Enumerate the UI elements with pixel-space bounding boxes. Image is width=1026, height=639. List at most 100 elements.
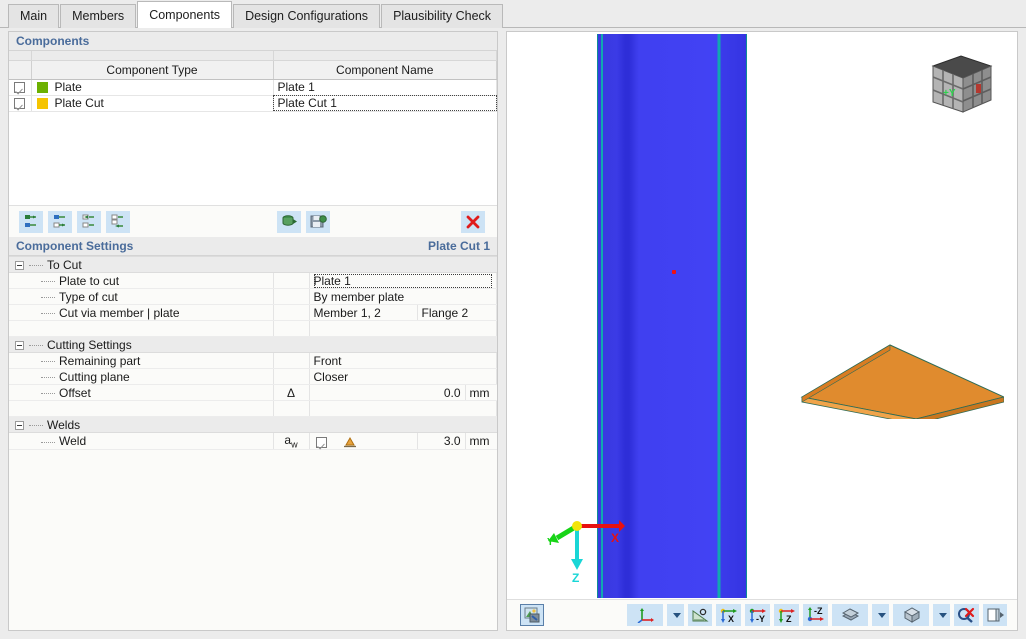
tab-members[interactable]: Members: [60, 4, 137, 28]
measure-button[interactable]: [688, 604, 712, 626]
label-cut-via-member-plate: Cut via member | plate: [59, 305, 180, 320]
header-checkbox-column: [9, 60, 32, 80]
settings-row-symbol: [273, 304, 310, 321]
header-component-type[interactable]: Component Type: [31, 60, 274, 80]
blank-label: [9, 320, 274, 337]
row-checkbox-cell[interactable]: [9, 79, 32, 96]
settings-row-plate-to-cut[interactable]: Plate to cut Plate 1: [9, 272, 497, 289]
row-checkbox-plate-cut[interactable]: [14, 98, 26, 110]
move-component-down-button[interactable]: [106, 210, 130, 233]
settings-row-symbol: [273, 288, 310, 305]
value-cutting-plane[interactable]: Closer: [309, 368, 497, 385]
component-settings-selected: Plate Cut 1: [427, 239, 490, 253]
save-component-button[interactable]: [306, 210, 330, 233]
settings-section-header[interactable]: Cutting Settings: [9, 336, 497, 353]
row-name-cell-plate-cut[interactable]: Plate Cut 1: [273, 95, 497, 112]
coordinate-system-button[interactable]: [627, 604, 663, 626]
settings-section-label: To Cut: [47, 257, 82, 272]
settings-row-weld[interactable]: Weld aw 3.0 mm: [9, 432, 497, 451]
view-box-dropdown[interactable]: [933, 604, 950, 626]
settings-section-cutting-settings[interactable]: Cutting Settings: [9, 336, 497, 353]
render-mode-button[interactable]: [520, 604, 544, 626]
weld-enable-cell[interactable]: [309, 432, 418, 451]
weld-checkbox[interactable]: [315, 436, 327, 448]
settings-section-welds[interactable]: Welds: [9, 416, 497, 433]
move-component-up-button[interactable]: [77, 210, 101, 233]
value-weld-thickness[interactable]: 3.0: [417, 432, 466, 451]
value-type-of-cut[interactable]: By member plate: [309, 288, 497, 305]
settings-section-to-cut[interactable]: To Cut: [9, 256, 497, 273]
color-swatch-plate: [36, 82, 48, 94]
tree-connector: [41, 360, 55, 362]
component-settings-table: To Cut Plate to cut Plate 1 Type of cut …: [9, 256, 497, 451]
delete-component-button[interactable]: [461, 210, 485, 233]
view-z-button[interactable]: Z: [774, 604, 799, 626]
row-type-cell-plate-cut[interactable]: Plate Cut: [31, 95, 274, 112]
protractor-icon: [692, 608, 709, 622]
chevron-down-icon: [939, 612, 947, 618]
table-row[interactable]: Plate Plate 1: [9, 79, 497, 96]
view-negz-icon: -Z: [807, 607, 824, 622]
new-component-button[interactable]: [19, 210, 43, 233]
settings-row-cutting-plane[interactable]: Cutting plane Closer: [9, 368, 497, 385]
tab-components[interactable]: Components: [137, 1, 233, 28]
settings-row-symbol: [273, 368, 310, 385]
collapse-icon-welds[interactable]: [15, 420, 24, 430]
components-group-header: Components: [9, 32, 497, 51]
view-x-button[interactable]: X: [716, 604, 741, 626]
3d-scene[interactable]: +Y X Y Z: [509, 34, 1015, 598]
collapse-icon-cutting-settings[interactable]: [15, 340, 24, 350]
value-cut-via-plate[interactable]: Flange 2: [417, 304, 497, 321]
view-neg-z-button[interactable]: -Z: [803, 604, 828, 626]
row-name-cell-plate[interactable]: Plate 1: [273, 79, 497, 96]
plate-3d[interactable]: [694, 339, 1004, 419]
collapse-icon-to-cut[interactable]: [15, 260, 24, 270]
settings-row-remaining-part[interactable]: Remaining part Front: [9, 352, 497, 369]
value-cut-via-member[interactable]: Member 1, 2: [309, 304, 418, 321]
value-plate-to-cut-text: Plate 1: [313, 273, 492, 288]
row-checkbox-cell[interactable]: [9, 95, 32, 112]
label-plate-to-cut: Plate to cut: [59, 273, 120, 288]
settings-row-cut-via[interactable]: Cut via member | plate Member 1, 2 Flang…: [9, 304, 497, 321]
spacer-cell-name: [273, 51, 497, 61]
view-cube[interactable]: +Y: [927, 48, 997, 120]
tab-plausibility-check[interactable]: Plausibility Check: [381, 4, 504, 28]
display-layers-button[interactable]: [832, 604, 868, 626]
settings-section-header[interactable]: Welds: [9, 416, 497, 433]
value-plate-to-cut[interactable]: Plate 1: [309, 272, 497, 289]
header-component-name[interactable]: Component Name: [273, 60, 497, 80]
view-neg-y-button[interactable]: -Y: [745, 604, 770, 626]
symbol-weld-thickness: aw: [273, 432, 310, 451]
tab-design-configurations[interactable]: Design Configurations: [233, 4, 381, 28]
table-row[interactable]: Plate Cut Plate Cut 1: [9, 95, 497, 112]
symbol-delta: Δ: [273, 384, 310, 401]
weld-symbol-icon: [344, 437, 357, 448]
tree-connector: [29, 424, 43, 426]
value-offset[interactable]: 0.0: [309, 384, 466, 401]
display-layers-dropdown[interactable]: [872, 604, 889, 626]
row-type-cell-plate[interactable]: Plate: [31, 79, 274, 96]
view-box-button[interactable]: [893, 604, 929, 626]
viewport-panel: +Y X Y Z X -Y Z -Z: [506, 31, 1018, 631]
settings-row-label: Weld: [9, 432, 274, 451]
row-checkbox-plate[interactable]: [14, 82, 26, 94]
chevron-down-icon: [673, 612, 681, 618]
chevron-down-icon: [878, 612, 886, 618]
axis-label-x: X: [611, 531, 619, 545]
view-z-icon: Z: [778, 608, 795, 623]
duplicate-component-button[interactable]: [48, 210, 72, 233]
settings-section-header[interactable]: To Cut: [9, 256, 497, 273]
value-remaining-part[interactable]: Front: [309, 352, 497, 369]
tab-main[interactable]: Main: [8, 4, 60, 28]
viewport-toolbar: X -Y Z -Z: [507, 599, 1017, 630]
coordinate-system-dropdown[interactable]: [667, 604, 684, 626]
svg-text:Z: Z: [786, 614, 792, 623]
import-component-button[interactable]: [277, 210, 301, 233]
settings-row-type-of-cut[interactable]: Type of cut By member plate: [9, 288, 497, 305]
viewcube-face-label: +Y: [943, 88, 956, 99]
toggle-panel-button[interactable]: [983, 604, 1007, 626]
settings-row-offset[interactable]: Offset Δ 0.0 mm: [9, 384, 497, 401]
spacer-cell-type: [31, 51, 274, 61]
reset-zoom-button[interactable]: [954, 604, 979, 626]
settings-row-label: Cutting plane: [9, 368, 274, 385]
